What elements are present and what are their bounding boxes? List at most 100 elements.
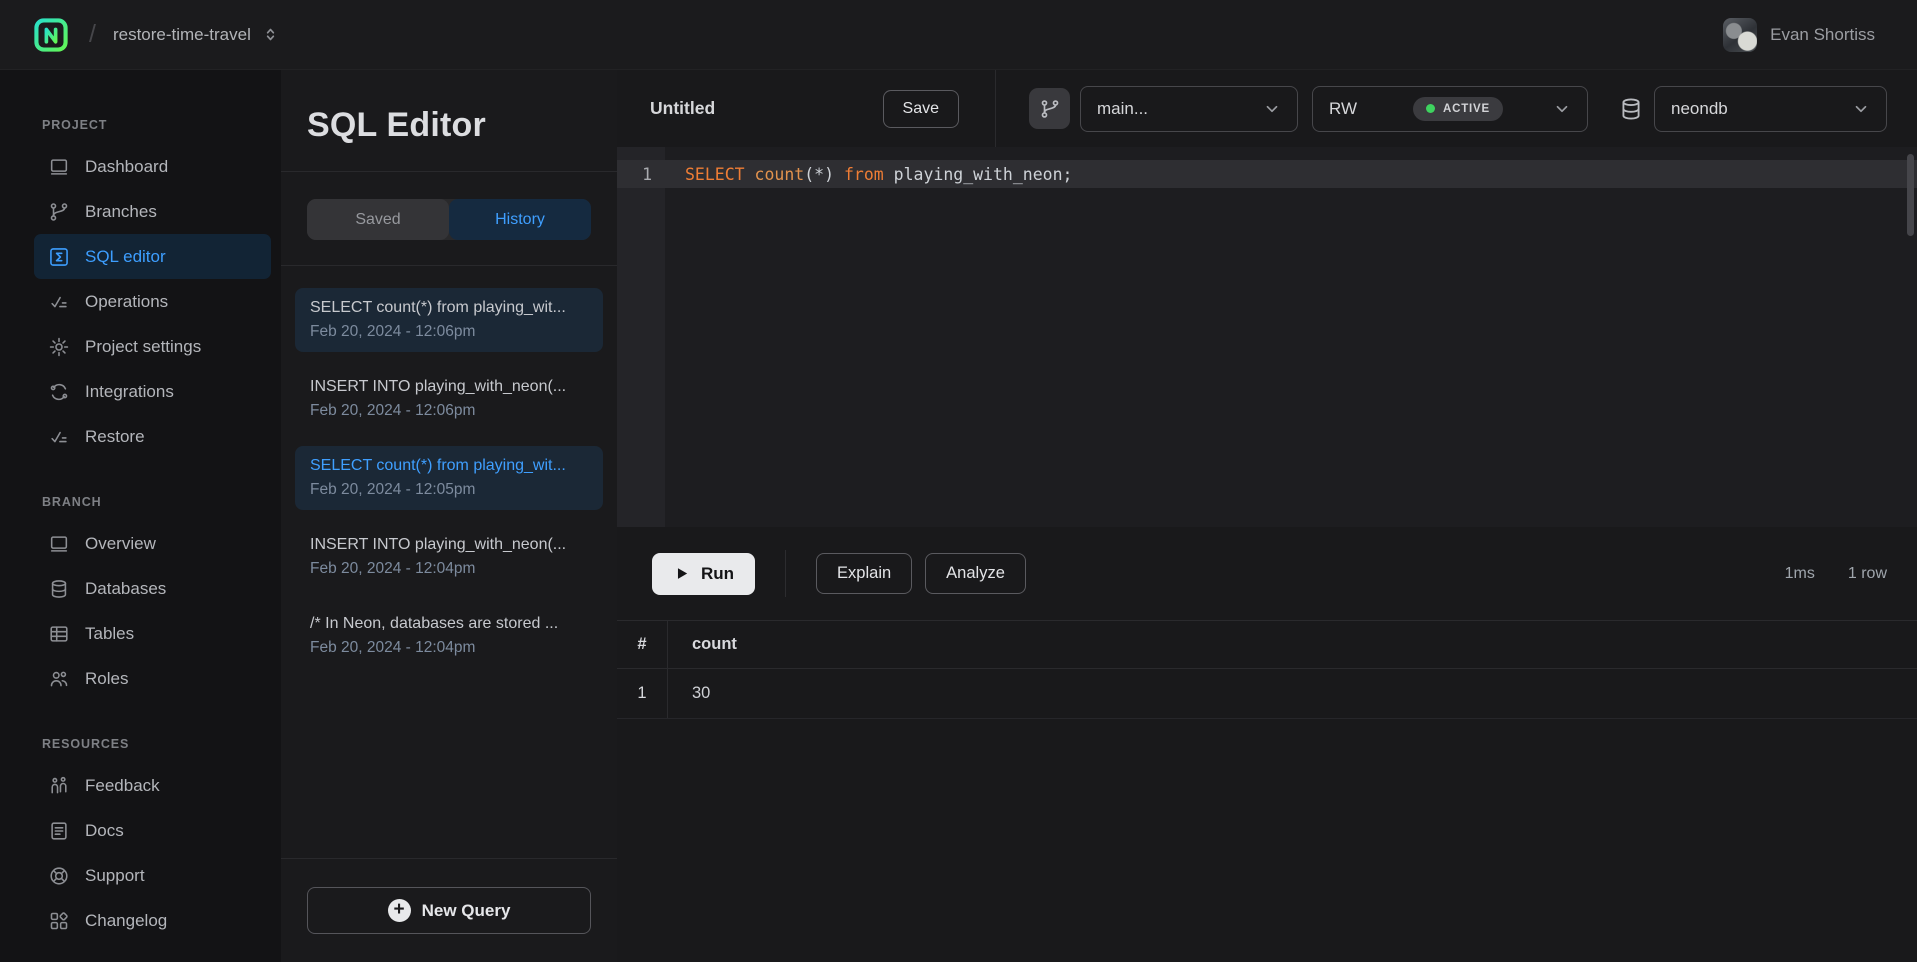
code-editor[interactable]: 1 SELECT count(*) from playing_with_neon… (617, 147, 1917, 527)
avatar (1723, 18, 1757, 52)
results-row-number: 1 (617, 669, 668, 718)
results-row[interactable]: 130 (617, 669, 1917, 719)
active-code-line[interactable]: 1 SELECT count(*) from playing_with_neon… (617, 160, 1917, 188)
neon-logo-icon[interactable] (34, 18, 68, 52)
top-bar: / restore-time-travel Evan Shortiss (0, 0, 1917, 70)
results-cell: 30 (668, 669, 710, 718)
code-token-keyword: from (844, 165, 884, 184)
sidebar-item-label: Docs (85, 821, 124, 841)
history-timestamp: Feb 20, 2024 - 12:06pm (310, 323, 588, 341)
dashboard-icon (48, 156, 70, 178)
results-header-row: #count (617, 620, 1917, 669)
nav-section: BRANCH Overview DatabasesTablesRoles (0, 495, 281, 701)
sidebar-item-integrations[interactable]: Integrations (34, 369, 271, 414)
sidebar-item-restore[interactable]: Restore (34, 414, 271, 459)
user-name: Evan Shortiss (1770, 25, 1875, 45)
tabs-container: Saved History (281, 172, 617, 266)
history-timestamp: Feb 20, 2024 - 12:05pm (310, 481, 588, 499)
history-query-text: SELECT count(*) from playing_wit... (310, 457, 588, 475)
nav-section: PROJECTDashboardBranchesSQL editorOperat… (0, 118, 281, 459)
status-badge: ACTIVE (1413, 97, 1503, 121)
sidebar-item-operations[interactable]: Operations (34, 279, 271, 324)
saved-history-tabs: Saved History (307, 199, 591, 240)
history-item[interactable]: /* In Neon, databases are stored ... Feb … (295, 604, 603, 668)
sql-editor-icon (48, 246, 70, 268)
compute-select-value: RW (1329, 99, 1357, 119)
databases-icon (48, 578, 70, 600)
run-button[interactable]: Run (652, 553, 755, 595)
toolbar-divider (995, 70, 996, 147)
history-timestamp: Feb 20, 2024 - 12:04pm (310, 560, 588, 578)
sidebar-item-sql-editor[interactable]: SQL editor (34, 234, 271, 279)
explain-button[interactable]: Explain (816, 553, 912, 594)
nav-section-label: BRANCH (0, 495, 281, 509)
sidebar-item-label: Integrations (85, 382, 174, 402)
status-badge-label: ACTIVE (1443, 103, 1490, 115)
tab-saved[interactable]: Saved (307, 199, 449, 240)
branch-select-value: main... (1097, 99, 1148, 119)
history-item[interactable]: INSERT INTO playing_with_neon(...Feb 20,… (295, 525, 603, 589)
nav-section-label: RESOURCES (0, 737, 281, 751)
chevron-down-icon (1852, 100, 1870, 118)
sidebar-item-label: Changelog (85, 911, 167, 931)
save-button[interactable]: Save (883, 90, 959, 128)
plus-icon: + (388, 899, 411, 922)
history-item[interactable]: SELECT count(*) from playing_wit... Feb 2… (295, 446, 603, 510)
sidebar-item-tables[interactable]: Tables (34, 611, 271, 656)
editor-toolbar: Untitled Save main... RW ACTIVE (617, 70, 1917, 147)
sidebar: PROJECTDashboardBranchesSQL editorOperat… (0, 70, 281, 962)
code-token-plain: playing_with_neon; (884, 165, 1073, 184)
branches-icon (48, 201, 70, 223)
sidebar-item-label: Dashboard (85, 157, 168, 177)
history-item[interactable]: INSERT INTO playing_with_neon(...Feb 20,… (295, 367, 603, 431)
history-timestamp: Feb 20, 2024 - 12:04pm (310, 639, 588, 657)
sidebar-item-label: Branches (85, 202, 157, 222)
history-query-text: /* In Neon, databases are stored ... (310, 615, 588, 633)
sidebar-item-branches[interactable]: Branches (34, 189, 271, 234)
active-dot-icon (1426, 104, 1435, 113)
new-query-label: New Query (422, 901, 511, 921)
project-switcher-icon[interactable] (262, 26, 279, 43)
sidebar-item-feedback[interactable]: Feedback (34, 763, 271, 808)
code-token-plain (745, 165, 755, 184)
breadcrumb-project-name[interactable]: restore-time-travel (113, 25, 251, 45)
compute-select[interactable]: RW ACTIVE (1312, 86, 1588, 132)
branch-select[interactable]: main... (1080, 86, 1298, 132)
user-menu[interactable]: Evan Shortiss (1723, 18, 1875, 52)
restore-icon (48, 426, 70, 448)
code-token-plain: (*) (804, 165, 834, 184)
sidebar-item-label: Overview (85, 534, 156, 554)
changelog-icon (48, 910, 70, 932)
tab-history[interactable]: History (449, 199, 591, 240)
nav-section: RESOURCES Feedback Docs Support Changelog (0, 737, 281, 943)
code-text: SELECT count(*) from playing_with_neon; (685, 165, 1072, 184)
sidebar-item-label: Project settings (85, 337, 201, 357)
actions-row: Run Explain Analyze 1ms 1 row (617, 527, 1917, 620)
history-item[interactable]: SELECT count(*) from playing_wit...Feb 2… (295, 288, 603, 352)
sidebar-item-project-settings[interactable]: Project settings (34, 324, 271, 369)
sidebar-item-label: SQL editor (85, 247, 166, 267)
code-token-keyword: SELECT (685, 165, 745, 184)
sidebar-item-databases[interactable]: Databases (34, 566, 271, 611)
feedback-icon (48, 775, 70, 797)
sidebar-item-overview[interactable]: Overview (34, 521, 271, 566)
sidebar-item-changelog[interactable]: Changelog (34, 898, 271, 943)
operations-icon (48, 291, 70, 313)
sidebar-item-support[interactable]: Support (34, 853, 271, 898)
sidebar-item-roles[interactable]: Roles (34, 656, 271, 701)
play-icon (673, 565, 690, 582)
results-column-header: count (668, 621, 737, 668)
run-label: Run (701, 564, 734, 584)
query-title[interactable]: Untitled (650, 98, 715, 119)
sidebar-item-dashboard[interactable]: Dashboard (34, 144, 271, 189)
database-select[interactable]: neondb (1654, 86, 1887, 132)
history-query-text: INSERT INTO playing_with_neon(... (310, 378, 588, 396)
analyze-button[interactable]: Analyze (925, 553, 1026, 594)
line-number: 1 (617, 165, 665, 184)
breadcrumb-separator: / (89, 20, 96, 49)
row-count-value: 1 row (1848, 565, 1887, 583)
editor-scrollbar[interactable] (1907, 154, 1914, 236)
new-query-button[interactable]: + New Query (307, 887, 591, 934)
database-select-value: neondb (1671, 99, 1728, 119)
sidebar-item-docs[interactable]: Docs (34, 808, 271, 853)
